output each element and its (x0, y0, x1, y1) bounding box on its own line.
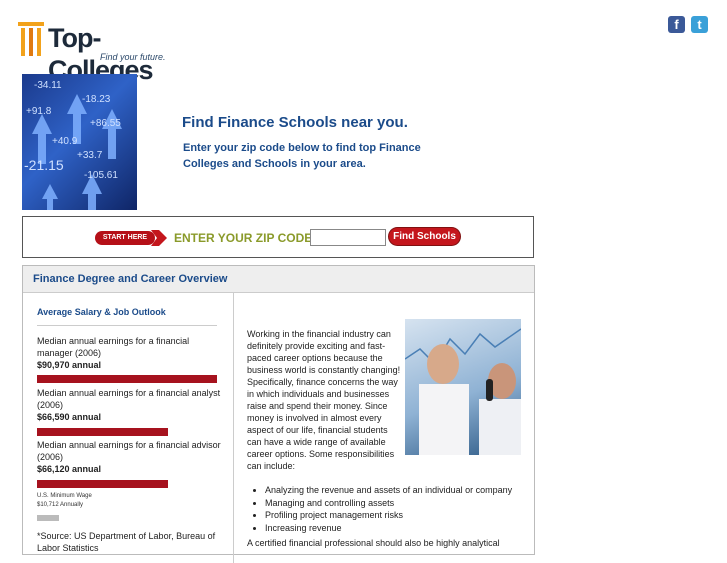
zip-code-label: ENTER YOUR ZIP CODE: (174, 231, 317, 245)
overview-panel: Finance Degree and Career Overview Avera… (22, 265, 535, 563)
ticker-7: -105.61 (84, 170, 118, 181)
stat-advisor: Median annual earnings for a financial a… (37, 439, 222, 475)
salary-bar-advisor (37, 480, 168, 488)
find-schools-button[interactable]: Find Schools (389, 228, 460, 245)
salary-bar-manager (37, 375, 217, 383)
zip-search-bar: START HERE ENTER YOUR ZIP CODE: Find Sch… (22, 216, 534, 258)
salary-bar-analyst (37, 428, 168, 436)
ticker-8: +40.9 (52, 136, 78, 147)
hero-subtitle: Enter your zip code below to find top Fi… (183, 142, 421, 170)
businessmen-photo (405, 319, 521, 455)
responsibilities-list: Analyzing the revenue and assets of an i… (247, 484, 545, 534)
divider (37, 325, 217, 326)
list-item: Analyzing the revenue and assets of an i… (265, 484, 545, 497)
logo-tagline: Find your future. (100, 52, 166, 62)
stat-label: Median annual earnings for a financial a… (37, 388, 221, 410)
stat-value: $90,970 annual (37, 360, 102, 370)
ticker-3: +86.55 (90, 118, 121, 129)
start-here-arrow: START HERE (95, 228, 185, 248)
more-text: A certified financial professional shoul… (247, 538, 500, 548)
stat-label: Median annual earnings for a financial a… (37, 440, 221, 462)
ticker-1: -34.11 (34, 80, 62, 91)
arrows-graphic: -34.11 -18.23 +86.55 +91.8 -21.15 +33.7 … (24, 80, 122, 210)
stat-analyst: Median annual earnings for a financial a… (37, 387, 222, 423)
stat-label: Median annual earnings for a financial m… (37, 336, 190, 358)
min-wage-label: U.S. Minimum Wage (37, 493, 92, 499)
salary-column: Average Salary & Job Outlook Median annu… (23, 293, 234, 563)
list-item: Profiling project management risks (265, 509, 545, 522)
ticker-4: +91.8 (26, 106, 52, 117)
source-note: *Source: US Department of Labor, Bureau … (37, 531, 216, 553)
site-logo[interactable]: Top-Colleges Find your future. (18, 22, 188, 85)
page-title: Find Finance Schools near you. (182, 114, 408, 131)
list-item: Managing and controlling assets (265, 497, 545, 510)
min-wage-value: $10,712 Annually (37, 502, 84, 508)
ticker-2: -18.23 (82, 94, 111, 105)
zip-code-input[interactable] (310, 229, 386, 246)
facebook-icon[interactable]: f (668, 16, 685, 33)
intro-text: Working in the financial industry can de… (247, 329, 401, 471)
panel-title: Finance Degree and Career Overview (23, 266, 534, 293)
finance-arrows-image: -34.11 -18.23 +86.55 +91.8 -21.15 +33.7 … (22, 74, 137, 210)
stat-manager: Median annual earnings for a financial m… (37, 335, 222, 371)
list-item: Increasing revenue (265, 522, 545, 535)
photo-graphic (405, 328, 521, 455)
start-here-label: START HERE (95, 231, 155, 245)
salary-heading: Average Salary & Job Outlook (37, 307, 166, 317)
arrow-right-icon (151, 230, 167, 246)
min-wage-bar (37, 515, 59, 521)
pillars-logo-icon (18, 22, 44, 56)
ticker-6: +33.7 (77, 150, 103, 161)
ticker-5: -21.15 (24, 157, 64, 173)
min-wage: U.S. Minimum Wage $10,712 Annually (37, 492, 92, 510)
stat-value: $66,120 annual (37, 464, 102, 474)
twitter-icon[interactable]: t (691, 16, 708, 33)
stat-value: $66,590 annual (37, 412, 102, 422)
